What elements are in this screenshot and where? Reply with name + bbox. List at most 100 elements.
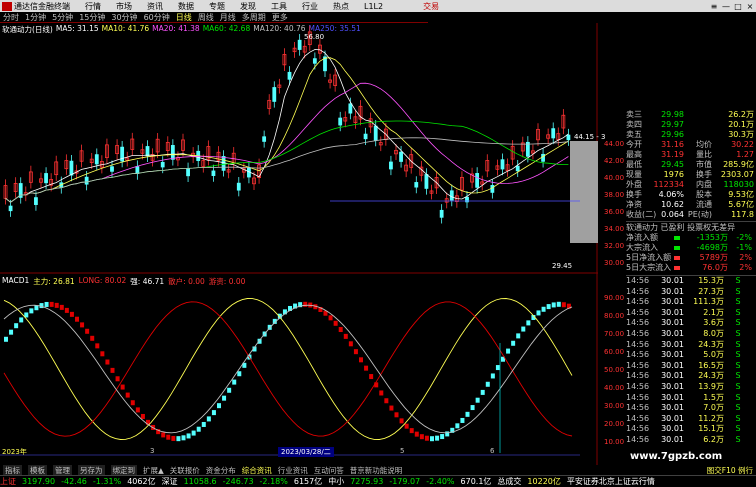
- func-manage[interactable]: 管理: [53, 464, 72, 476]
- period-multi[interactable]: 多周期: [242, 12, 266, 23]
- func-related[interactable]: 关联报价: [170, 465, 200, 476]
- flow-bar: [674, 233, 684, 243]
- quote-value2: 117.8: [731, 210, 754, 219]
- func-indicator[interactable]: 指标: [3, 464, 22, 476]
- func-help[interactable]: 普京新功能说明: [350, 465, 403, 476]
- indicator-bar: [440, 434, 445, 440]
- tick-volume: 6.2万: [703, 434, 724, 444]
- period-15min[interactable]: 15分钟: [79, 12, 105, 23]
- period-intraday[interactable]: 分时: [3, 12, 19, 23]
- price-tick: 44.00: [604, 140, 625, 148]
- func-bind[interactable]: 绑定到: [110, 464, 137, 476]
- candle-body: [414, 182, 419, 188]
- quote-value: 1976: [663, 170, 684, 179]
- quote-key2: 股本: [696, 190, 712, 199]
- func-news[interactable]: 综合资讯: [242, 465, 272, 476]
- indicator-bar: [359, 357, 363, 363]
- indicator-tick: 80.00: [604, 312, 625, 320]
- index-zx-name[interactable]: 中小: [328, 476, 344, 487]
- period-weekly[interactable]: 周线: [198, 12, 214, 23]
- close-icon[interactable]: ×: [744, 2, 756, 11]
- tick-direction: S: [735, 350, 741, 360]
- func-f10[interactable]: 图交F10 例行: [707, 465, 753, 476]
- indicator-bar: [125, 392, 130, 398]
- tick-price: 30.01: [661, 318, 684, 328]
- menu-item-news[interactable]: 资讯: [147, 1, 163, 12]
- index-sh-pct: -1.31%: [92, 477, 122, 486]
- menu-item-trade[interactable]: 交易: [423, 1, 439, 12]
- quote-value: 29.97: [661, 120, 684, 129]
- index-sz-name[interactable]: 深证: [162, 476, 178, 487]
- app-title: 通达信金融终端: [14, 1, 70, 11]
- index-total-amount: 10220亿: [527, 477, 561, 486]
- tick-time: 14:56: [626, 328, 650, 338]
- menu-icon[interactable]: ≡: [708, 2, 720, 11]
- indicator-bar: [511, 340, 516, 346]
- candle-body: [312, 58, 317, 64]
- indicator-tick: 30.00: [604, 402, 625, 410]
- func-capital[interactable]: 资金分布: [206, 465, 236, 476]
- quote-key2: 流通: [696, 200, 712, 209]
- kline-chart-area[interactable]: [0, 23, 598, 465]
- tick-time: 14:56: [626, 413, 650, 423]
- menu-item-quote[interactable]: 行情: [85, 1, 101, 12]
- tick-time: 14:56: [626, 434, 650, 444]
- indicator-bar: [485, 381, 490, 387]
- quote-value: 4.06%: [658, 190, 684, 199]
- quote-key2: PE(动): [687, 210, 712, 219]
- indicator-bar: [19, 317, 24, 323]
- indicator-bar: [49, 301, 54, 307]
- date-axis: 2023年 3 2023/03/28/二 5 6: [0, 447, 598, 457]
- function-bar: 指标 模板 管理 另存为 绑定到 扩展▲ 关联报价 资金分布 综合资讯 行业资讯…: [0, 464, 756, 476]
- menu-item-discover[interactable]: 发现: [240, 1, 256, 12]
- func-save-as[interactable]: 另存为: [78, 464, 105, 476]
- candle-body: [44, 173, 48, 184]
- indicator-bar: [551, 302, 556, 308]
- index-sh-amount: 4062亿: [127, 477, 156, 486]
- period-daily[interactable]: 日线: [176, 12, 192, 23]
- func-qa[interactable]: 互动问答: [314, 465, 344, 476]
- candle-body: [551, 128, 556, 139]
- menu-item-l1l2[interactable]: L1L2: [364, 2, 383, 11]
- tick-row: 14:56 30.01 13.9万 S: [626, 382, 756, 393]
- index-sh-name[interactable]: 上证: [0, 476, 16, 487]
- flow-bar: [674, 243, 684, 253]
- func-template[interactable]: 模板: [28, 464, 47, 476]
- maximize-icon[interactable]: □: [732, 2, 744, 11]
- tick-price: 30.01: [661, 328, 684, 338]
- func-expand[interactable]: 扩展▲: [143, 465, 164, 476]
- period-5min[interactable]: 5分钟: [52, 12, 73, 23]
- tick-row: 14:56 30.01 8.0万 S: [626, 329, 756, 340]
- period-30min[interactable]: 30分钟: [111, 12, 137, 23]
- menu-item-hot[interactable]: 热点: [333, 1, 349, 12]
- highlight-box: [570, 141, 598, 243]
- candle-body: [399, 151, 403, 162]
- tick-direction: S: [735, 434, 741, 444]
- func-industry-news[interactable]: 行业资讯: [278, 465, 308, 476]
- indicator-name[interactable]: MACD1: [2, 276, 29, 286]
- indicator-strong: 强: 46.71: [130, 277, 165, 286]
- period-more[interactable]: 更多: [272, 12, 288, 23]
- period-1min[interactable]: 1分钟: [25, 12, 46, 23]
- indicator-bar: [54, 302, 59, 308]
- flow-key: 5日净流入额: [626, 253, 672, 262]
- indicator-bar: [561, 302, 566, 308]
- menu-item-data[interactable]: 数据: [178, 1, 194, 12]
- minimize-icon[interactable]: —: [720, 2, 732, 11]
- menu-item-market[interactable]: 市场: [116, 1, 132, 12]
- tick-row: 14:56 30.01 3.6万 S: [626, 318, 756, 329]
- candle-body: [272, 87, 277, 102]
- date-year: 2023年: [2, 448, 27, 456]
- indicator-bar: [414, 431, 419, 437]
- period-60min[interactable]: 60分钟: [144, 12, 170, 23]
- tick-direction: S: [735, 307, 741, 317]
- menu-item-topic[interactable]: 专题: [209, 1, 225, 12]
- indicator-bar: [110, 367, 115, 373]
- candle-body: [34, 197, 38, 205]
- tick-direction: S: [735, 297, 741, 307]
- kline-chart-svg[interactable]: [0, 23, 598, 465]
- menu-item-industry[interactable]: 行业: [302, 1, 318, 12]
- menu-item-tools[interactable]: 工具: [271, 1, 287, 12]
- indicator-bar: [430, 436, 434, 442]
- period-monthly[interactable]: 月线: [220, 12, 236, 23]
